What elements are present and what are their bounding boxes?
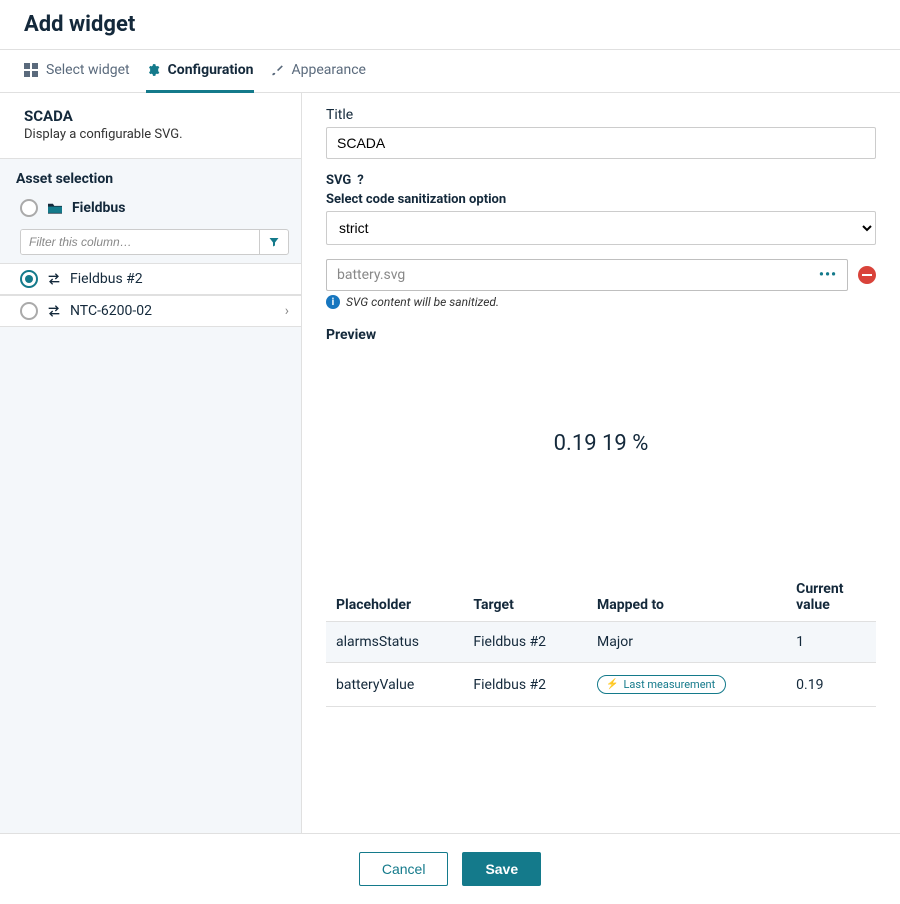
- title-label: Title: [326, 107, 876, 123]
- right-column: Title SVG ? Select code sanitization opt…: [302, 93, 900, 833]
- radio-unchecked[interactable]: [20, 302, 38, 320]
- radio-checked[interactable]: [20, 270, 38, 288]
- cell-current: 0.19: [786, 663, 876, 707]
- table-row[interactable]: batteryValue Fieldbus #2 ⚡ Last measurem…: [326, 663, 876, 707]
- file-name: battery.svg: [337, 267, 405, 283]
- tabs-bar: Select widget Configuration Appearance: [0, 49, 900, 93]
- cell-target: Fieldbus #2: [463, 622, 587, 663]
- th-placeholder: Placeholder: [326, 573, 463, 622]
- preview-label: Preview: [326, 327, 876, 343]
- tree-root-row[interactable]: Fieldbus: [0, 193, 301, 223]
- radio-unchecked[interactable]: [20, 199, 38, 217]
- remove-file-button[interactable]: [858, 266, 876, 284]
- tab-configuration[interactable]: Configuration: [146, 50, 254, 93]
- tab-appearance[interactable]: Appearance: [270, 50, 366, 93]
- table-row[interactable]: alarmsStatus Fieldbus #2 Major 1: [326, 622, 876, 663]
- help-icon[interactable]: ?: [357, 173, 363, 188]
- th-target: Target: [463, 573, 587, 622]
- cell-current: 1: [786, 622, 876, 663]
- th-mapped: Mapped to: [587, 573, 786, 622]
- footer: Cancel Save: [0, 833, 900, 904]
- tree-label: Fieldbus #2: [70, 271, 289, 287]
- bolt-icon: ⚡: [606, 679, 618, 690]
- cell-mapped: ⚡ Last measurement: [587, 663, 786, 707]
- measurement-badge: ⚡ Last measurement: [597, 675, 726, 694]
- cancel-button[interactable]: Cancel: [359, 852, 449, 886]
- tree-row-ntc[interactable]: NTC-6200-02 ›: [0, 295, 301, 327]
- cell-placeholder: batteryValue: [326, 663, 463, 707]
- tab-label: Select widget: [46, 62, 130, 78]
- filter-wrap: [20, 229, 289, 255]
- th-current: Currentvalue: [786, 573, 876, 622]
- preview-value: 0.19 19 %: [554, 431, 649, 456]
- cell-mapped: Major: [587, 622, 786, 663]
- widget-description: Display a configurable SVG.: [24, 127, 277, 142]
- tab-select-widget[interactable]: Select widget: [24, 50, 130, 93]
- tab-label: Appearance: [292, 62, 366, 78]
- sanitize-select[interactable]: strict: [326, 211, 876, 245]
- tree-row-fieldbus2[interactable]: Fieldbus #2: [0, 263, 301, 295]
- gear-icon: [146, 63, 160, 77]
- left-column: SCADA Display a configurable SVG. Asset …: [0, 93, 302, 833]
- file-input[interactable]: battery.svg •••: [326, 259, 848, 291]
- filter-input[interactable]: [21, 230, 259, 254]
- sanitize-label: Select code sanitization option: [326, 192, 876, 207]
- info-icon: i: [326, 295, 340, 309]
- widget-name: SCADA: [24, 107, 277, 125]
- tree-label: Fieldbus: [72, 200, 289, 216]
- mapping-table: Placeholder Target Mapped to Currentvalu…: [326, 573, 876, 707]
- preview-area: 0.19 19 %: [326, 343, 876, 543]
- sanitize-note: i SVG content will be sanitized.: [326, 295, 876, 309]
- brush-icon: [270, 63, 284, 77]
- exchange-icon: [46, 304, 62, 318]
- exchange-icon: [46, 272, 62, 286]
- folder-icon: [46, 201, 64, 215]
- filter-icon[interactable]: [259, 230, 288, 254]
- cell-target: Fieldbus #2: [463, 663, 587, 707]
- svg-label: SVG ?: [326, 173, 876, 188]
- title-input[interactable]: [326, 127, 876, 159]
- page-title: Add widget: [24, 12, 876, 37]
- asset-tree: Fieldbus Fieldbus #2 NTC-620: [0, 193, 301, 833]
- asset-selection-header: Asset selection: [0, 158, 301, 193]
- save-button[interactable]: Save: [462, 852, 541, 886]
- chevron-right-icon[interactable]: ›: [285, 303, 289, 319]
- cell-placeholder: alarmsStatus: [326, 622, 463, 663]
- tab-label: Configuration: [168, 62, 254, 78]
- main-area: SCADA Display a configurable SVG. Asset …: [0, 93, 900, 833]
- tree-label: NTC-6200-02: [70, 303, 277, 319]
- file-browse-icon[interactable]: •••: [819, 267, 837, 283]
- grid-icon: [24, 63, 38, 77]
